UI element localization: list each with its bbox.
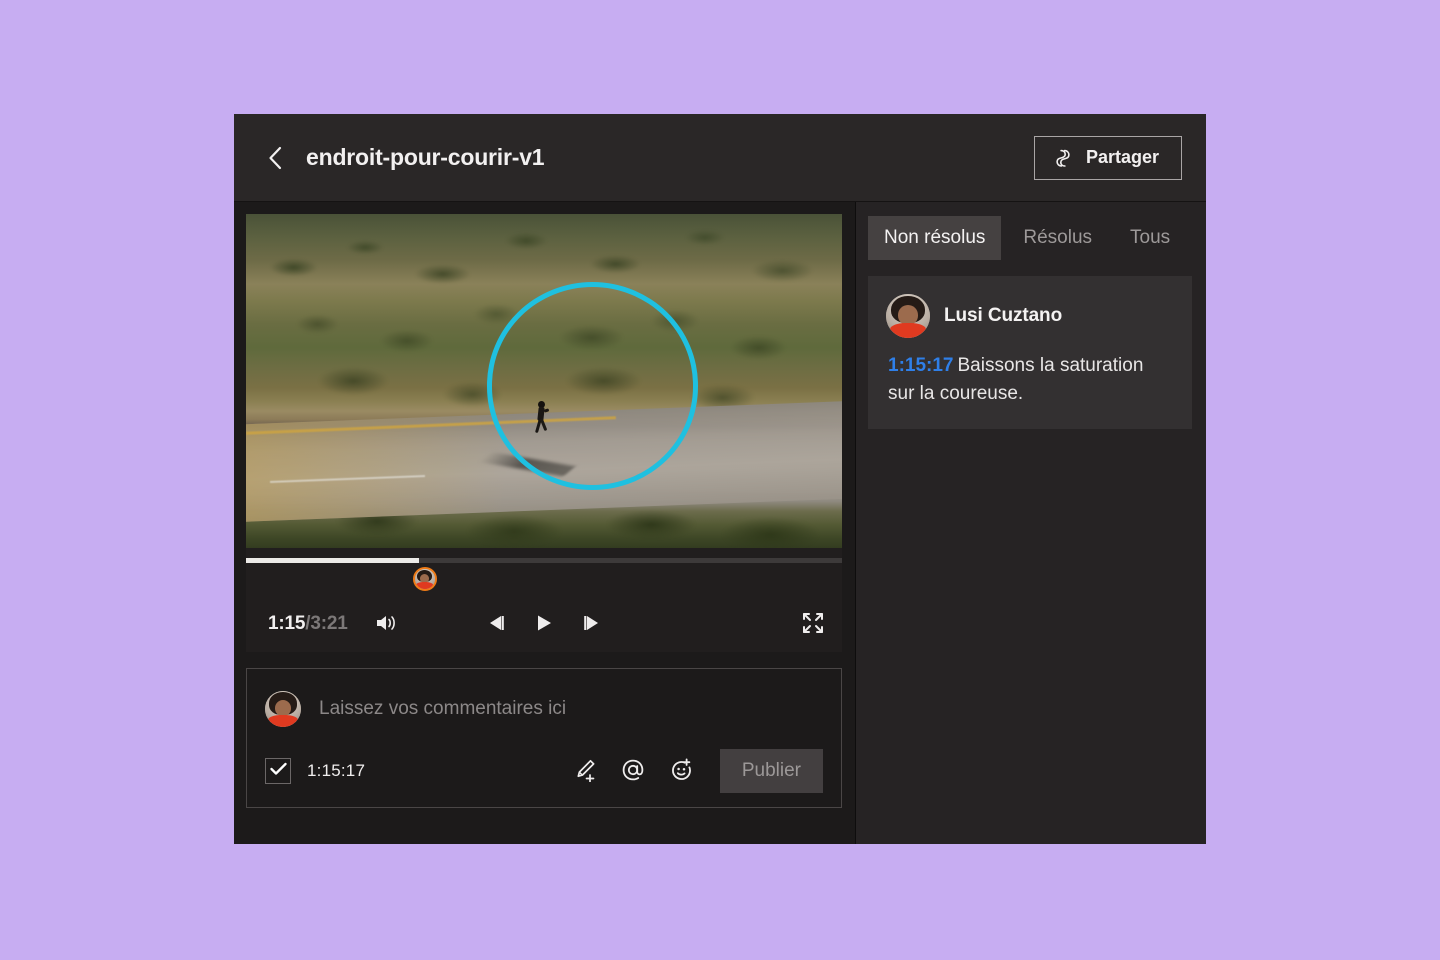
chevron-left-icon xyxy=(268,146,282,170)
tab-all[interactable]: Tous xyxy=(1114,216,1186,260)
timeline-wrapper xyxy=(246,548,842,562)
composer-action-group: Publier xyxy=(572,749,823,793)
share-button-label: Partager xyxy=(1086,147,1159,168)
app-header: endroit-pour-courir-v1 Partager xyxy=(234,114,1206,202)
time-display: 1:15/3:21 xyxy=(268,613,348,635)
user-avatar-marker xyxy=(415,569,435,589)
fullscreen-icon xyxy=(802,612,824,637)
comment-author: Lusi Cuztano xyxy=(944,305,1062,327)
share-button[interactable]: Partager xyxy=(1034,136,1182,180)
next-frame-button[interactable] xyxy=(578,609,606,640)
app-body: 1:15/3:21 xyxy=(234,202,1206,844)
volume-button[interactable] xyxy=(374,612,398,637)
app-window: endroit-pour-courir-v1 Partager xyxy=(234,114,1206,844)
header-left-group: endroit-pour-courir-v1 xyxy=(264,143,544,173)
total-time: 3:21 xyxy=(310,613,347,634)
avatar xyxy=(886,294,930,338)
video-player[interactable] xyxy=(246,214,842,548)
timeline-comment-marker[interactable] xyxy=(413,567,437,591)
previous-frame-button[interactable] xyxy=(482,609,510,640)
composer-input-row xyxy=(265,687,823,749)
comment-card[interactable]: Lusi Cuztano 1:15:17Baissons la saturati… xyxy=(868,276,1192,429)
comment-composer: 1:15:17 xyxy=(246,668,842,808)
at-icon xyxy=(620,757,646,786)
play-button[interactable] xyxy=(530,609,558,640)
checkmark-icon xyxy=(270,762,287,781)
player-controls: 1:15/3:21 xyxy=(246,548,842,652)
comment-body: 1:15:17Baissons la saturation sur la cou… xyxy=(886,352,1172,407)
page-title: endroit-pour-courir-v1 xyxy=(306,144,544,171)
transport-bar: 1:15/3:21 xyxy=(246,596,842,652)
composer-toolbar: 1:15:17 xyxy=(265,749,823,793)
publish-button[interactable]: Publier xyxy=(720,749,823,793)
playback-controls xyxy=(482,609,606,640)
timeline-marker-row xyxy=(246,562,842,596)
comment-header: Lusi Cuztano xyxy=(886,294,1172,338)
pencil-plus-icon xyxy=(574,758,598,785)
back-button[interactable] xyxy=(264,143,286,173)
play-icon xyxy=(534,613,554,636)
timecode-label: 1:15:17 xyxy=(307,761,365,781)
tab-unresolved[interactable]: Non résolus xyxy=(868,216,1001,260)
player-column: 1:15/3:21 xyxy=(234,202,856,844)
next-frame-icon xyxy=(582,613,602,636)
runner-figure xyxy=(535,401,549,435)
current-time: 1:15 xyxy=(268,613,305,634)
timecode-checkbox[interactable] xyxy=(265,758,291,784)
draw-annotation-button[interactable] xyxy=(572,756,600,787)
reaction-button[interactable] xyxy=(666,755,696,788)
link-chain-icon xyxy=(1053,147,1073,169)
comment-filter-tabs: Non résolus Résolus Tous xyxy=(868,214,1192,276)
volume-icon xyxy=(374,612,398,637)
avatar xyxy=(265,691,301,727)
comments-panel: Non résolus Résolus Tous Lusi Cuztano 1:… xyxy=(856,202,1206,844)
tab-resolved[interactable]: Résolus xyxy=(1007,216,1108,260)
comment-timecode[interactable]: 1:15:17 xyxy=(888,355,954,376)
previous-frame-icon xyxy=(486,613,506,636)
mention-button[interactable] xyxy=(618,755,648,788)
video-frame-image xyxy=(246,214,842,548)
fullscreen-button[interactable] xyxy=(802,612,824,637)
smiley-plus-icon xyxy=(668,757,694,786)
comment-input[interactable] xyxy=(319,698,823,720)
